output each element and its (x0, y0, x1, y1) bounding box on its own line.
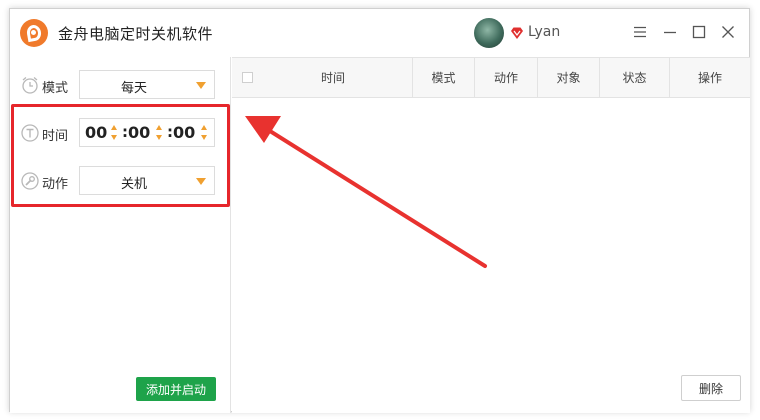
task-list-panel: 时间 模式 动作 对象 状态 操作 删除 (232, 57, 750, 413)
maximize-icon[interactable] (690, 23, 708, 41)
chevron-down-icon (196, 178, 206, 185)
vip-diamond-icon (511, 27, 523, 39)
time-label: 时间 (42, 129, 69, 144)
column-header-operation: 操作 (669, 58, 750, 98)
hour-stepper[interactable] (111, 124, 119, 142)
column-header-time: 时间 (320, 71, 345, 85)
column-header-target: 对象 (537, 58, 599, 98)
minimize-icon[interactable] (661, 23, 679, 41)
close-icon[interactable] (719, 23, 737, 41)
time-t-icon (21, 124, 39, 142)
mode-row: 模式 每天 (10, 69, 231, 101)
mode-label: 模式 (42, 81, 69, 96)
add-and-start-button[interactable]: 添加并启动 (136, 377, 216, 401)
chevron-down-icon (196, 82, 206, 89)
minute-field[interactable]: 00 (128, 123, 150, 142)
second-field[interactable]: 00 (173, 123, 195, 142)
time-input: 00 : 00 : 00 (79, 118, 215, 147)
mode-select-value: 每天 (120, 81, 147, 96)
wrench-icon (21, 172, 39, 190)
second-stepper[interactable] (201, 124, 209, 142)
action-select-value: 关机 (120, 177, 147, 192)
action-row: 动作 关机 (10, 165, 231, 197)
user-avatar[interactable] (474, 18, 504, 48)
username[interactable]: Lyan (528, 24, 560, 40)
alarm-clock-icon (22, 77, 38, 94)
column-header-action: 动作 (474, 58, 537, 98)
app-title: 金舟电脑定时关机软件 (58, 25, 214, 43)
hour-field[interactable]: 00 (85, 123, 107, 142)
time-row: 时间 00 : 00 : 00 (10, 117, 231, 149)
app-logo-icon (20, 19, 48, 47)
column-header-status: 状态 (599, 58, 669, 98)
task-form-panel: 模式 每天 时间 00 : 00 : 00 动作 关机 添加并启动 (10, 57, 231, 413)
delete-button[interactable]: 删除 (681, 375, 741, 401)
app-window: 金舟电脑定时关机软件 Lyan 模式 每天 时间 00: 00: 00 动作… (9, 8, 750, 413)
select-all-checkbox[interactable] (232, 58, 254, 98)
column-header-mode: 模式 (412, 58, 474, 98)
action-label: 动作 (42, 177, 69, 192)
menu-icon[interactable] (631, 23, 649, 41)
title-bar: 金舟电脑定时关机软件 Lyan (10, 9, 749, 57)
table-header: 时间 模式 动作 对象 状态 操作 (232, 57, 750, 98)
mode-select[interactable]: 每天 (79, 70, 215, 99)
minute-stepper[interactable] (156, 124, 164, 142)
action-select[interactable]: 关机 (79, 166, 215, 195)
